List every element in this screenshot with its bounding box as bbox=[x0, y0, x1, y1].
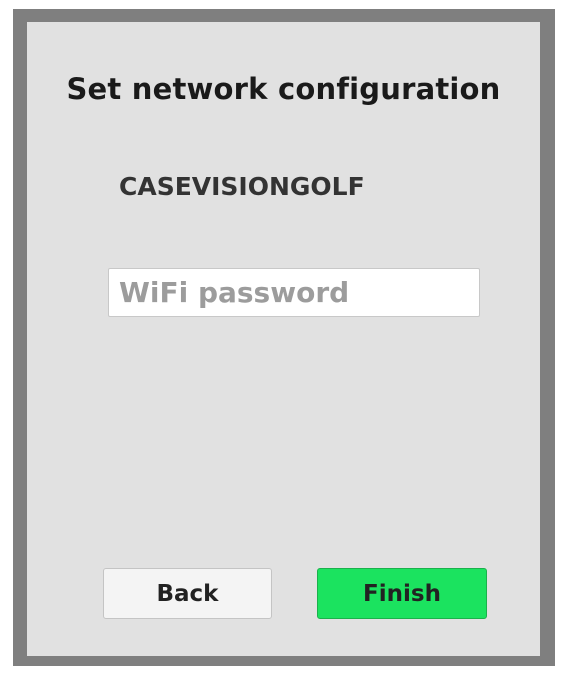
dialog-title: Set network configuration bbox=[66, 72, 501, 106]
dialog-panel: Set network configuration CASEVISIONGOLF… bbox=[27, 22, 540, 656]
network-name: CASEVISIONGOLF bbox=[119, 172, 365, 201]
finish-button[interactable]: Finish bbox=[317, 568, 487, 619]
screen: Set network configuration CASEVISIONGOLF… bbox=[0, 0, 569, 677]
back-button[interactable]: Back bbox=[103, 568, 272, 619]
wifi-password-input[interactable] bbox=[108, 268, 480, 317]
dialog-frame: Set network configuration CASEVISIONGOLF… bbox=[13, 9, 555, 666]
